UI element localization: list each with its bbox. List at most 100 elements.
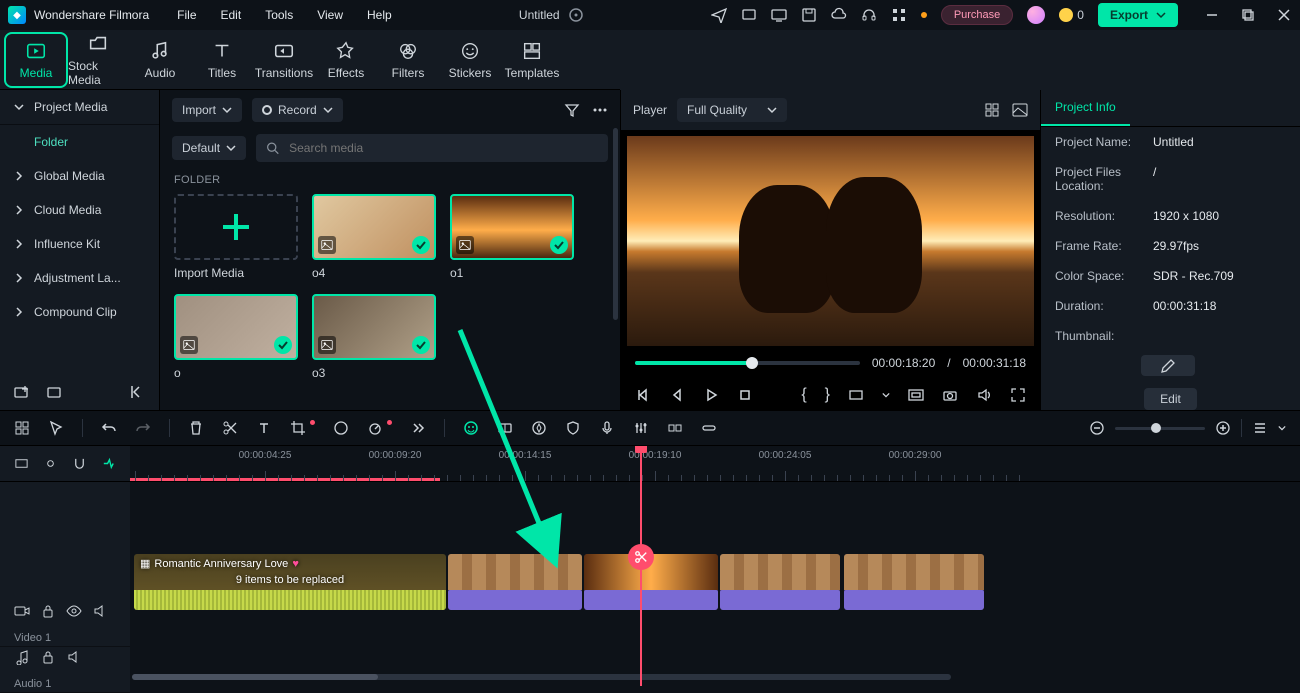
record-dropdown[interactable]: Record — [252, 98, 343, 122]
ratio-icon[interactable] — [848, 387, 864, 403]
tab-stickers[interactable]: Stickers — [440, 34, 500, 86]
thumbnail-edit-button[interactable] — [1141, 355, 1195, 376]
split-icon[interactable] — [222, 420, 238, 436]
import-media-slot[interactable]: Import Media — [174, 194, 298, 280]
time-ruler[interactable]: 00:00:04:25 00:00:09:20 00:00:14:15 00:0… — [130, 446, 1300, 482]
media-scrollbar[interactable] — [613, 128, 618, 320]
export-button[interactable]: Export — [1098, 3, 1178, 27]
play-icon[interactable] — [703, 387, 719, 403]
sidebar-compound-clip[interactable]: Compound Clip — [0, 295, 159, 329]
menu-file[interactable]: File — [177, 8, 196, 22]
zoom-slider[interactable] — [1115, 427, 1205, 430]
mixer-icon[interactable] — [633, 420, 649, 436]
cloud-icon[interactable] — [831, 7, 847, 23]
layout-icon[interactable] — [14, 420, 30, 436]
video-track-header[interactable]: Video 1 — [0, 601, 130, 647]
filter-icon[interactable] — [564, 102, 580, 118]
device-icon[interactable] — [741, 7, 757, 23]
media-thumb-o1[interactable]: o1 — [450, 194, 574, 280]
split-playhead-icon[interactable] — [628, 544, 654, 570]
video-preview[interactable] — [627, 136, 1034, 346]
sidebar-global-media[interactable]: Global Media — [0, 159, 159, 193]
timeline-clip-template[interactable]: ▦Romantic Anniversary Love♥ 9 items to b… — [134, 554, 446, 610]
overflow-icon[interactable] — [410, 420, 426, 436]
close-icon[interactable] — [1276, 7, 1292, 23]
undo-icon[interactable] — [101, 420, 117, 436]
audio-track-header[interactable]: Audio 1 — [0, 647, 130, 693]
timeline-clip-image[interactable] — [448, 554, 582, 610]
monitor-icon[interactable] — [771, 7, 787, 23]
fullscreen-icon[interactable] — [1010, 387, 1026, 403]
minimize-icon[interactable] — [1204, 7, 1220, 23]
menu-tools[interactable]: Tools — [265, 8, 293, 22]
track-magnet-icon[interactable] — [72, 456, 87, 472]
tab-templates[interactable]: Templates — [502, 34, 562, 86]
zoom-in-icon[interactable] — [1215, 420, 1231, 436]
menu-help[interactable]: Help — [367, 8, 392, 22]
coin-balance[interactable]: 0 — [1059, 8, 1084, 22]
tab-titles[interactable]: Titles — [192, 34, 252, 86]
new-folder-icon[interactable] — [14, 384, 30, 400]
marker-icon[interactable] — [531, 420, 547, 436]
search-input[interactable] — [287, 140, 598, 156]
ai-icon[interactable] — [463, 420, 479, 436]
list-view-icon[interactable] — [1252, 420, 1268, 436]
delete-icon[interactable] — [188, 420, 204, 436]
speed-icon[interactable] — [367, 420, 383, 436]
tab-transitions[interactable]: Transitions — [254, 34, 314, 86]
lock-icon[interactable] — [40, 603, 56, 619]
sidebar-project-media[interactable]: Project Media — [0, 90, 159, 125]
playhead[interactable] — [640, 446, 642, 686]
tab-stock-media[interactable]: Stock Media — [68, 34, 128, 86]
volume-icon[interactable] — [976, 387, 992, 403]
snapshot-icon[interactable] — [942, 387, 958, 403]
sidebar-cloud-media[interactable]: Cloud Media — [0, 193, 159, 227]
track-opt-icon[interactable] — [14, 456, 29, 472]
mute-icon[interactable] — [92, 603, 108, 619]
ratio-chevron-icon[interactable] — [882, 391, 890, 399]
collapse-sidebar-icon[interactable] — [129, 384, 145, 400]
save-icon[interactable] — [801, 7, 817, 23]
step-back-icon[interactable] — [669, 387, 685, 403]
media-thumb-o3[interactable]: o3 — [312, 294, 436, 380]
sidebar-adjustment-layer[interactable]: Adjustment La... — [0, 261, 159, 295]
prev-frame-icon[interactable] — [635, 387, 651, 403]
more-icon[interactable] — [592, 102, 608, 118]
crop-icon[interactable] — [290, 420, 306, 436]
track-auto-icon[interactable] — [101, 456, 116, 472]
player-seekbar[interactable] — [635, 361, 860, 365]
view-chevron-icon[interactable] — [1278, 424, 1286, 432]
stop-icon[interactable] — [737, 387, 753, 403]
timeline-canvas[interactable]: 00:00:04:25 00:00:09:20 00:00:14:15 00:0… — [130, 446, 1300, 693]
track-link-icon[interactable] — [43, 456, 58, 472]
tab-media[interactable]: Media — [6, 34, 66, 86]
cursor-icon[interactable] — [48, 420, 64, 436]
tab-audio[interactable]: Audio — [130, 34, 190, 86]
grid-view-icon[interactable] — [984, 102, 1000, 118]
sidebar-influence-kit[interactable]: Influence Kit — [0, 227, 159, 261]
sidebar-folder[interactable]: Folder — [0, 125, 159, 159]
headphones-icon[interactable] — [861, 7, 877, 23]
sort-dropdown[interactable]: Default — [172, 136, 246, 160]
avatar-icon[interactable] — [1027, 6, 1045, 24]
snap-icon[interactable] — [667, 420, 683, 436]
media-thumb-o[interactable]: o — [174, 294, 298, 380]
mark-in-icon[interactable]: { — [801, 386, 806, 404]
eye-icon[interactable] — [66, 603, 82, 619]
picture-icon[interactable] — [1012, 102, 1028, 118]
timeline-clip-image[interactable] — [844, 554, 984, 610]
tab-filters[interactable]: Filters — [378, 34, 438, 86]
project-info-tab[interactable]: Project Info — [1041, 90, 1130, 126]
purchase-button[interactable]: Purchase — [941, 5, 1013, 25]
quality-dropdown[interactable]: Full Quality — [677, 98, 787, 122]
safe-zone-icon[interactable] — [908, 387, 924, 403]
timeline-h-scrollbar[interactable] — [132, 674, 951, 680]
tab-effects[interactable]: Effects — [316, 34, 376, 86]
mic-icon[interactable] — [599, 420, 615, 436]
maximize-icon[interactable] — [1240, 7, 1256, 23]
import-dropdown[interactable]: Import — [172, 98, 242, 122]
lock-icon[interactable] — [40, 649, 56, 665]
apps-icon[interactable] — [891, 7, 907, 23]
media-thumb-o4[interactable]: o4 — [312, 194, 436, 280]
zoom-out-icon[interactable] — [1089, 420, 1105, 436]
